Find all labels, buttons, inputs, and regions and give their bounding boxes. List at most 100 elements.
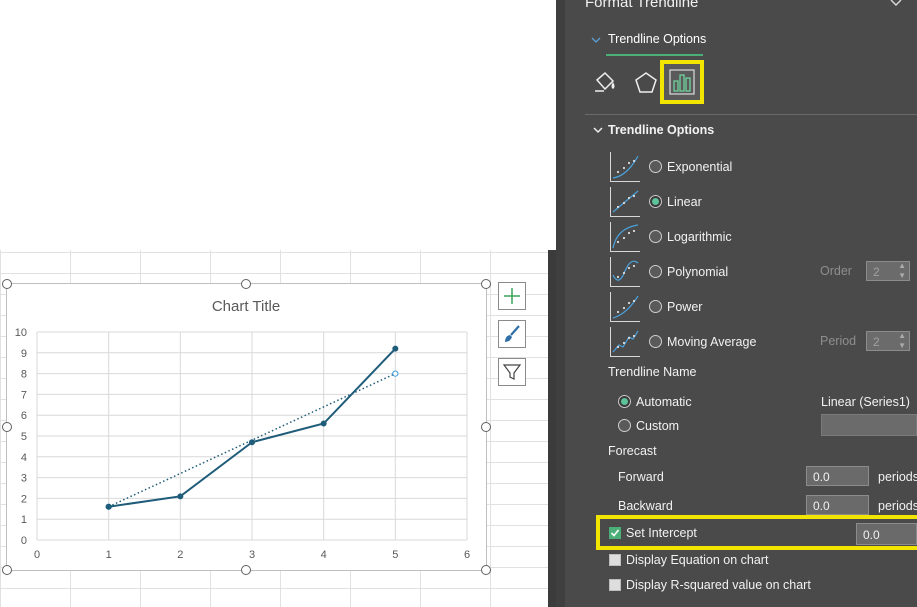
effects-icon[interactable] [633,70,659,96]
plus-icon [504,288,520,304]
trendline-type-icon [610,257,640,287]
panel-splitter[interactable] [556,0,565,607]
trendline-type-radio[interactable] [649,195,662,208]
tab-trendline-options[interactable]: Trendline Options [608,32,706,46]
trendline-type-radio[interactable] [649,300,662,313]
trendline-type-icon [610,292,640,322]
intercept-input[interactable]: 0.0 [856,523,917,545]
automatic-name-value: Linear (Series1) [821,395,910,409]
x-tick-label: 4 [321,549,327,561]
panel-title: Format Trendline [585,0,699,11]
data-point [249,439,255,446]
x-tick-label: 0 [34,549,40,561]
chart-title[interactable]: Chart Title [212,298,280,315]
resize-handle-mr[interactable] [481,422,491,432]
trendline-type-label[interactable]: Moving Average [667,335,756,349]
trendline-type-label[interactable]: Power [667,300,702,314]
forward-input[interactable]: 0.0 [806,466,869,486]
trendline-type-icon [610,152,640,182]
trendline-type-icon [610,222,640,252]
trendline-type-radio[interactable] [649,160,662,173]
trendline-name-label: Trendline Name [608,365,697,379]
trendline-type-icon [610,187,640,217]
chart-area[interactable]: Chart Title 0 1 2 3 4 5 6 7 8 9 10 0 1 2 3 4 5 6 [6,283,487,571]
trendline-options-icon-tab[interactable] [660,60,704,104]
trendline-type-radio[interactable] [649,230,662,243]
resize-handle-tm[interactable] [241,279,251,289]
bar-chart-icon [669,69,695,95]
trendline-type-label[interactable]: Linear [667,195,702,209]
automatic-radio[interactable] [618,395,631,408]
trendline-type-label[interactable]: Polynomial [667,265,728,279]
trendline-type-label[interactable]: Logarithmic [667,230,732,244]
resize-handle-bm[interactable] [241,565,251,575]
chart-elements-button[interactable] [498,282,526,310]
backward-input[interactable]: 0.0 [806,495,869,515]
resize-handle-br[interactable] [481,565,491,575]
paintbrush-icon [505,325,520,342]
x-tick-label: 2 [177,549,183,561]
section-chevron-icon[interactable] [593,126,603,134]
tab-chevron-icon [591,37,601,43]
section-title[interactable]: Trendline Options [608,123,714,137]
y-tick-label: 6 [21,410,27,422]
resize-handle-bl[interactable] [2,565,12,575]
set-intercept-checkbox[interactable] [609,527,621,539]
forward-unit: periods [878,470,917,484]
y-tick-label: 4 [21,452,27,464]
format-trendline-panel: Format Trendline Trendline Options Trend… [565,0,917,607]
display-rsquared-checkbox[interactable] [609,579,621,591]
display-rsquared-label[interactable]: Display R-squared value on chart [626,578,811,592]
trendline-type-label[interactable]: Exponential [667,160,732,174]
order-value: 2 [873,265,880,279]
panel-separator [585,114,917,115]
x-tick-label: 6 [464,549,470,561]
stepper-arrows-icon[interactable]: ▲ ▼ [898,331,906,351]
pane-divider [548,250,556,607]
automatic-label[interactable]: Automatic [636,395,692,409]
resize-handle-ml[interactable] [2,422,12,432]
resize-handle-tl[interactable] [2,279,12,289]
y-tick-label: 10 [15,327,27,339]
backward-label: Backward [618,499,673,513]
chart-axis-labels: 0 1 2 3 4 5 6 7 8 9 10 0 1 2 3 4 5 6 [15,327,470,561]
data-point [320,420,327,427]
data-point [105,503,112,510]
display-equation-checkbox[interactable] [609,554,621,566]
y-tick-label: 9 [21,348,27,360]
trendline-type-radio[interactable] [649,265,662,278]
custom-radio[interactable] [618,419,631,432]
checkmark-icon [610,529,620,537]
order-label: Order [820,264,852,278]
trendline-type-icon [610,327,640,357]
custom-name-input[interactable] [821,414,917,436]
chevron-down-icon[interactable] [889,0,903,8]
trendline-handle [392,370,399,377]
x-tick-label: 1 [106,549,112,561]
worksheet[interactable]: Chart Title 0 1 2 3 4 5 6 7 8 9 10 0 1 2 3 4 5 6 [0,0,560,607]
custom-label[interactable]: Custom [636,419,679,433]
period-value: 2 [873,335,880,349]
x-tick-label: 5 [392,549,398,561]
order-stepper[interactable]: 2 ▲ ▼ [866,261,910,281]
data-point [392,345,399,352]
resize-handle-tr[interactable] [481,279,491,289]
y-tick-label: 8 [21,369,27,381]
x-tick-label: 3 [249,549,255,561]
stepper-arrows-icon[interactable]: ▲ ▼ [898,261,906,281]
fill-line-icon[interactable] [592,70,618,96]
period-label: Period [820,334,857,348]
data-point [177,493,184,500]
y-tick-label: 3 [21,473,27,485]
chart-gridlines [36,331,468,541]
chart-filters-button[interactable] [498,358,526,386]
display-equation-label[interactable]: Display Equation on chart [626,553,768,567]
chart-styles-button[interactable] [498,320,526,348]
y-tick-label: 7 [21,389,27,401]
period-stepper[interactable]: 2 ▲ ▼ [866,331,910,351]
trendline-type-radio[interactable] [649,335,662,348]
y-tick-label: 1 [21,514,27,526]
y-tick-label: 5 [21,431,27,443]
set-intercept-label[interactable]: Set Intercept [626,526,697,540]
y-tick-label: 2 [21,493,27,505]
